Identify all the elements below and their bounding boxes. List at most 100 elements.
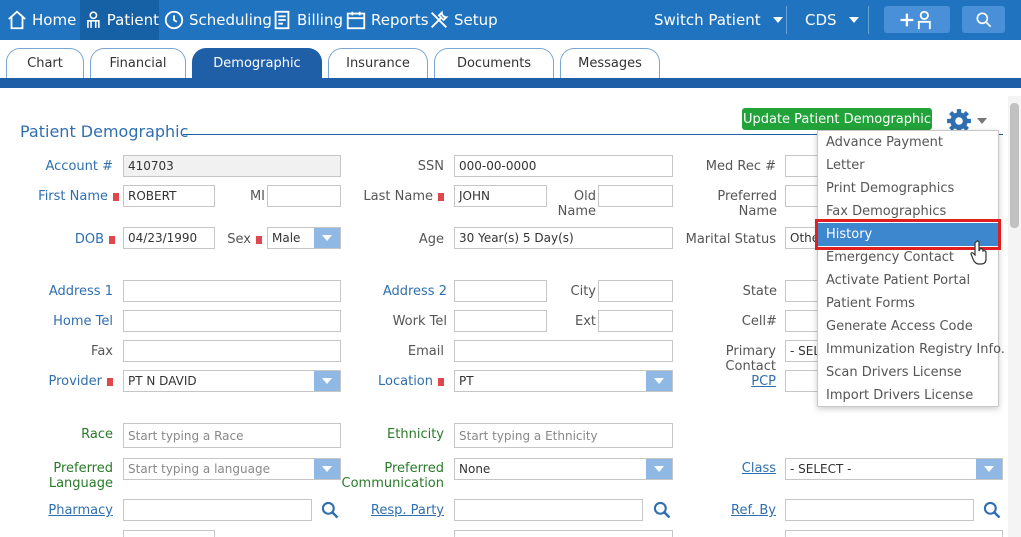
dob-field[interactable]: 04/23/1990: [123, 227, 215, 249]
partial-field[interactable]: [454, 530, 673, 537]
chevron-down-icon[interactable]: [646, 371, 672, 391]
chevron-down-icon[interactable]: [314, 371, 340, 391]
old-name-field[interactable]: [598, 185, 673, 207]
menu-item-immunization-registry[interactable]: Immunization Registry Info.: [818, 338, 1005, 361]
address2-field[interactable]: [454, 280, 547, 302]
tools-icon: [431, 10, 449, 28]
tab-chart[interactable]: Chart: [6, 48, 84, 78]
language-input[interactable]: Start typing a language: [123, 458, 341, 480]
update-demographic-button[interactable]: Update Patient Demographic: [742, 108, 932, 130]
chevron-down-icon[interactable]: [314, 459, 340, 479]
menu-item-activate-patient-portal[interactable]: Activate Patient Portal: [818, 269, 998, 292]
ref-by-link[interactable]: Ref. By: [690, 503, 776, 518]
account-field[interactable]: 410703: [123, 155, 341, 177]
switch-patient-dropdown[interactable]: Switch Patient: [654, 0, 783, 40]
ext-field[interactable]: [598, 310, 673, 332]
ethnicity-input[interactable]: Start typing a Ethnicity: [454, 423, 673, 448]
address2-label: Address 2: [382, 284, 447, 299]
chevron-down-icon[interactable]: [646, 459, 672, 479]
menu-item-import-drivers-license[interactable]: Import Drivers License: [818, 384, 998, 407]
tab-label: Documents: [456, 56, 532, 71]
fax-label: Fax: [91, 344, 113, 359]
tab-demographic[interactable]: Demographic: [192, 48, 322, 78]
add-patient-button[interactable]: [884, 6, 950, 33]
ssn-field[interactable]: 000-00-0000: [454, 155, 673, 177]
menu-item-letter[interactable]: Letter: [818, 154, 998, 177]
sex-text: Sex: [227, 232, 251, 247]
tab-label: Financial: [109, 56, 167, 71]
calendar-icon: [346, 11, 366, 30]
address1-field[interactable]: [123, 280, 341, 302]
scrollbar-thumb[interactable]: [1010, 103, 1019, 228]
race-input[interactable]: Start typing a Race: [123, 423, 341, 448]
last-name-label: Last Name: [350, 189, 444, 204]
pharmacy-field[interactable]: [123, 499, 312, 521]
chevron-down-icon[interactable]: [977, 118, 987, 124]
name-label: Name: [557, 204, 596, 219]
search-icon[interactable]: [982, 500, 1002, 520]
billing-icon: [274, 10, 290, 30]
age-field[interactable]: 30 Year(s) 5 Day(s): [454, 227, 673, 249]
mi-field[interactable]: [267, 185, 341, 207]
location-select[interactable]: PT: [454, 370, 673, 392]
nav-patient-label: Patient: [106, 11, 159, 29]
nav-scheduling-label: Scheduling: [189, 11, 272, 29]
tab-label: Insurance: [346, 56, 410, 71]
required-marker: [107, 377, 113, 386]
menu-item-patient-forms[interactable]: Patient Forms: [818, 292, 998, 315]
nav-patient[interactable]: Patient: [80, 0, 159, 40]
cds-label: CDS: [805, 11, 837, 29]
work-tel-field[interactable]: [454, 310, 547, 332]
cds-dropdown[interactable]: CDS: [805, 0, 859, 40]
sex-select[interactable]: Male: [267, 227, 341, 249]
primary-contact-label: Primary Contact: [725, 344, 776, 374]
chevron-down-icon[interactable]: [314, 228, 340, 248]
required-marker: [256, 235, 262, 244]
provider-select[interactable]: PT N DAVID: [123, 370, 341, 392]
class-link[interactable]: Class: [690, 461, 776, 476]
search-icon[interactable]: [320, 500, 340, 520]
communication-value: None: [459, 462, 491, 476]
nav-scheduling[interactable]: Scheduling: [163, 0, 272, 40]
nav-setup[interactable]: Setup: [428, 0, 498, 40]
menu-item-generate-access-code[interactable]: Generate Access Code: [818, 315, 998, 338]
medrec-label: Med Rec #: [705, 159, 776, 174]
nav-reports-label: Reports: [371, 11, 429, 29]
first-name-field[interactable]: ROBERT: [123, 185, 215, 207]
communication-label: Communication: [341, 476, 444, 491]
pcp-link[interactable]: PCP: [690, 374, 776, 389]
city-field[interactable]: [598, 280, 673, 302]
last-name-field[interactable]: JOHN: [454, 185, 547, 207]
tab-messages[interactable]: Messages: [560, 48, 660, 78]
email-field[interactable]: [454, 340, 673, 362]
tab-insurance[interactable]: Insurance: [328, 48, 428, 78]
nav-billing-label: Billing: [297, 11, 343, 29]
menu-item-print-demographics[interactable]: Print Demographics: [818, 177, 998, 200]
nav-home[interactable]: Home: [6, 0, 76, 40]
ref-by-field[interactable]: [785, 499, 974, 521]
communication-select[interactable]: None: [454, 458, 673, 480]
chevron-down-icon[interactable]: [976, 459, 1002, 479]
resp-party-link[interactable]: Resp. Party: [360, 503, 444, 518]
location-value: PT: [459, 374, 474, 388]
partial-field[interactable]: [123, 530, 215, 537]
required-marker: [438, 377, 444, 386]
patient-icon: [87, 11, 100, 28]
tab-documents[interactable]: Documents: [434, 48, 554, 78]
resp-party-field[interactable]: [454, 499, 643, 521]
fax-field[interactable]: [123, 340, 341, 362]
pharmacy-link[interactable]: Pharmacy: [20, 503, 113, 518]
required-marker: [113, 192, 119, 201]
nav-reports[interactable]: Reports: [345, 0, 429, 40]
class-select[interactable]: - SELECT -: [785, 458, 1003, 480]
nav-billing[interactable]: Billing: [271, 0, 343, 40]
tab-financial[interactable]: Financial: [90, 48, 186, 78]
search-icon: [976, 12, 991, 27]
menu-item-advance-payment[interactable]: Advance Payment: [818, 131, 998, 154]
search-icon[interactable]: [652, 500, 672, 520]
search-button[interactable]: [962, 6, 1005, 33]
menu-item-scan-drivers-license[interactable]: Scan Drivers License: [818, 361, 998, 384]
marital-status-label: Marital Status: [685, 232, 776, 247]
partial-field[interactable]: [785, 530, 1003, 537]
home-tel-field[interactable]: [123, 310, 341, 332]
